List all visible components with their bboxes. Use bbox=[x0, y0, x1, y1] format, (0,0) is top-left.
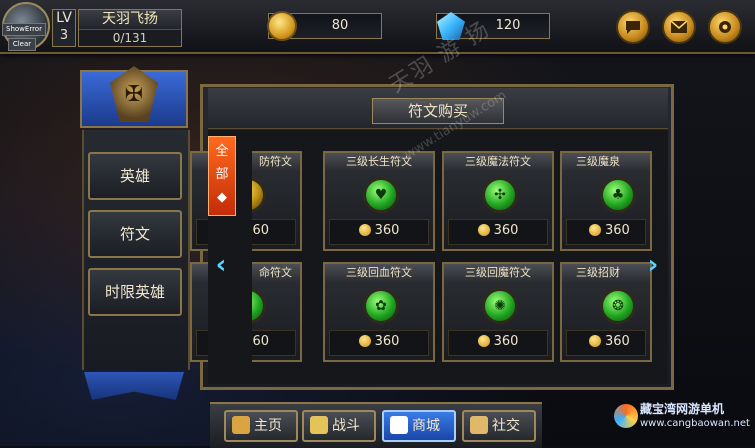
coin-value: 80 bbox=[331, 18, 349, 33]
price-value: 360 bbox=[605, 223, 630, 238]
rune-price: 360 bbox=[566, 330, 646, 356]
menu-rune-button[interactable]: 符文 bbox=[88, 210, 182, 258]
rune-name: 三级魔法符文 bbox=[444, 153, 552, 171]
tab-all[interactable]: 全 部 ◆ bbox=[208, 136, 236, 216]
level-badge: LV 3 bbox=[52, 9, 76, 47]
clear-button[interactable]: Clear bbox=[8, 38, 36, 51]
brand-url: www.cangbaowan.net bbox=[640, 418, 750, 429]
rune-price: 360 bbox=[329, 330, 429, 356]
price-value: 360 bbox=[374, 223, 400, 238]
nav-battle-button[interactable]: 战斗 bbox=[302, 410, 376, 442]
scroll-left-arrow-icon[interactable]: ‹ bbox=[212, 252, 230, 278]
price-value: 360 bbox=[605, 334, 630, 349]
brand-name: 藏宝湾网游单机 bbox=[640, 402, 725, 416]
scroll-right-arrow-icon[interactable]: › bbox=[644, 252, 662, 278]
coin-icon bbox=[358, 335, 371, 347]
menu-limited-hero-button[interactable]: 时限英雄 bbox=[88, 268, 182, 316]
rune-price: 360 bbox=[448, 219, 548, 245]
mail-icon[interactable] bbox=[662, 10, 696, 44]
price-value: 360 bbox=[252, 334, 269, 349]
player-info: 天羽飞扬 0/131 bbox=[78, 9, 182, 47]
show-error-button[interactable]: ShowError bbox=[2, 23, 46, 36]
tab-arrow-icon: ◆ bbox=[217, 190, 227, 205]
coin-icon bbox=[267, 11, 297, 41]
rune-name: 三级回血符文 bbox=[325, 264, 433, 282]
partial-card-bottom[interactable]: 命符文 360 bbox=[252, 262, 302, 362]
rune-orb-icon: ❂ bbox=[600, 288, 636, 324]
brand-logo-icon bbox=[614, 404, 638, 428]
nav-home-button[interactable]: 主页 bbox=[224, 410, 298, 442]
chat-icon[interactable] bbox=[616, 10, 650, 44]
player-exp: 0/131 bbox=[112, 31, 148, 45]
partial-card-top[interactable]: 防符文 360 bbox=[252, 151, 302, 251]
nav-shop-label: 商城 bbox=[412, 418, 440, 434]
coin-icon bbox=[477, 335, 490, 347]
rune-orb-icon bbox=[252, 177, 266, 213]
tab-all-char-1: 全 bbox=[215, 144, 229, 159]
rune-orb-icon: ♥ bbox=[363, 177, 399, 213]
coin-icon bbox=[589, 224, 601, 236]
rune-card[interactable]: 三级魔泉 ♣ 360 bbox=[560, 151, 652, 251]
settings-gear-icon[interactable] bbox=[708, 10, 742, 44]
rune-card[interactable]: 三级回血符文 ✿ 360 bbox=[323, 262, 435, 362]
rune-orb-icon: ✺ bbox=[482, 288, 518, 324]
level-value: 3 bbox=[59, 28, 69, 43]
rune-card[interactable]: 三级魔法符文 ✣ 360 bbox=[442, 151, 554, 251]
price-value: 360 bbox=[374, 334, 400, 349]
rune-price: 360 bbox=[252, 330, 296, 356]
level-label: LV bbox=[56, 10, 72, 26]
rune-name: 防符文 bbox=[252, 153, 300, 171]
coin-icon bbox=[589, 335, 601, 347]
rune-card[interactable]: 三级长生符文 ♥ 360 bbox=[323, 151, 435, 251]
rune-orb-icon bbox=[252, 288, 266, 324]
rune-price: 360 bbox=[566, 219, 646, 245]
tab-all-char-2: 部 bbox=[215, 167, 229, 182]
rune-price: 360 bbox=[252, 219, 296, 245]
price-value: 360 bbox=[493, 223, 519, 238]
coin-icon bbox=[358, 224, 371, 236]
nav-social-label: 社交 bbox=[492, 418, 520, 434]
rune-name: 三级魔泉 bbox=[562, 153, 650, 171]
shop-cart-icon bbox=[390, 416, 408, 434]
coin-icon bbox=[477, 224, 490, 236]
rune-card[interactable]: 三级招财 ❂ 360 bbox=[560, 262, 652, 362]
rune-name: 三级回魔符文 bbox=[444, 264, 552, 282]
nav-home-label: 主页 bbox=[254, 418, 282, 434]
people-icon bbox=[470, 416, 488, 434]
swords-icon bbox=[310, 416, 328, 434]
rune-orb-icon: ✣ bbox=[482, 177, 518, 213]
rune-price: 360 bbox=[329, 219, 429, 245]
rune-name: 命符文 bbox=[252, 264, 300, 282]
rune-orb-icon: ✿ bbox=[363, 288, 399, 324]
player-name: 天羽飞扬 bbox=[79, 10, 181, 30]
price-value: 360 bbox=[252, 223, 269, 238]
rune-card[interactable]: 三级回魔符文 ✺ 360 bbox=[442, 262, 554, 362]
nav-social-button[interactable]: 社交 bbox=[462, 410, 536, 442]
brand-watermark: 藏宝湾网游单机 www.cangbaowan.net bbox=[610, 398, 750, 438]
nav-shop-button[interactable]: 商城 bbox=[382, 410, 456, 442]
price-value: 360 bbox=[493, 334, 519, 349]
home-icon bbox=[232, 416, 250, 434]
coin-counter: 80 bbox=[267, 11, 382, 41]
rune-price: 360 bbox=[448, 330, 548, 356]
rune-name: 三级招财 bbox=[562, 264, 650, 282]
menu-hero-button[interactable]: 英雄 bbox=[88, 152, 182, 200]
rune-orb-icon: ♣ bbox=[600, 177, 636, 213]
nav-battle-label: 战斗 bbox=[332, 418, 360, 434]
